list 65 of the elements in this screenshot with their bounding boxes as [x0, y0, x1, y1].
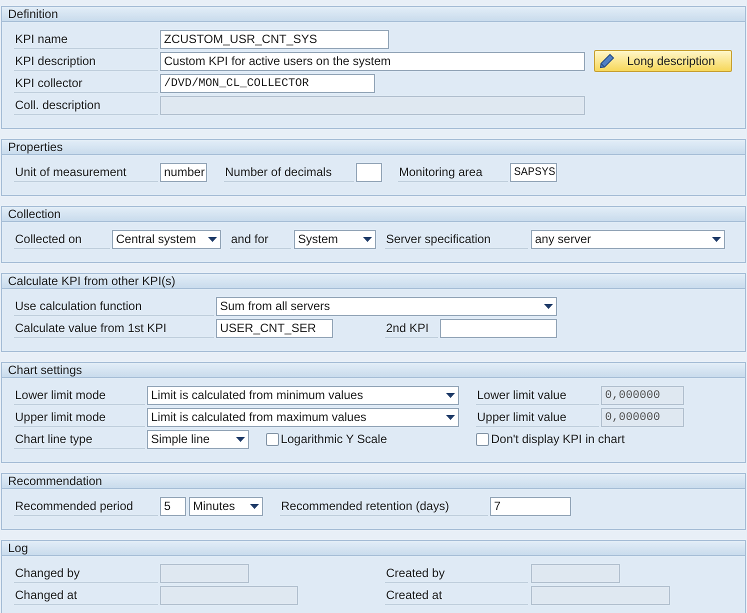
field-label: Changed at [14, 586, 158, 604]
field-label: and for [230, 230, 291, 248]
caret-icon [363, 236, 372, 242]
field-label: Upper limit mode [14, 408, 145, 426]
checkbox[interactable] [266, 432, 279, 446]
field-label: Lower limit value [476, 386, 599, 404]
input-field[interactable]: Custom KPI for active users on the system [160, 52, 585, 70]
checkbox[interactable] [476, 432, 489, 446]
field-label: KPI description [14, 52, 158, 70]
field-label: KPI name [14, 30, 158, 48]
field-label: Chart line type [14, 430, 145, 448]
field-label: Unit of measurement [14, 162, 158, 182]
dropdown[interactable]: Limit is calculated from maximum values [147, 408, 459, 426]
section-title: Chart settings [2, 363, 745, 378]
field-label: Created at [385, 586, 528, 604]
input-field[interactable]: 5 [160, 496, 186, 516]
field-label: Coll. description [14, 96, 158, 114]
dropdown[interactable]: Simple line [147, 430, 249, 448]
dropdown[interactable]: Minutes [189, 496, 263, 516]
input-field[interactable]: /DVD/MON_CL_COLLECTOR [160, 74, 375, 92]
section-title: Definition [2, 7, 745, 22]
caret-icon [236, 436, 245, 442]
input-field: 0,000000 [601, 408, 684, 426]
dropdown[interactable]: System [294, 230, 376, 248]
dropdown[interactable]: any server [531, 230, 725, 248]
section-title: Calculate KPI from other KPI(s) [2, 274, 745, 289]
field-label: Server specification [385, 230, 528, 248]
input-field[interactable]: number [160, 162, 207, 182]
section-title: Log [2, 541, 745, 556]
checkbox-label: Logarithmic Y Scale [280, 431, 387, 448]
input-field[interactable] [440, 318, 557, 338]
input-field[interactable] [356, 162, 382, 182]
checkbox-label: Don't display KPI in chart [491, 431, 625, 448]
field-label: Upper limit value [476, 408, 599, 426]
field-label: Use calculation function [14, 296, 214, 316]
field-label: Number of decimals [224, 162, 354, 182]
field-label: KPI collector [14, 74, 158, 92]
input-field: 0,000000 [601, 386, 684, 404]
section-title: Recommendation [2, 474, 745, 489]
caret-icon [544, 304, 553, 308]
field-label: Calculate value from 1st KPI [14, 318, 214, 338]
section-title: Collection [2, 207, 745, 222]
dropdown[interactable]: Limit is calculated from minimum values [147, 386, 459, 404]
dropdown[interactable]: Central system [112, 230, 221, 248]
caret-icon [250, 504, 259, 508]
input-field[interactable]: ZCUSTOM_USR_CNT_SYS [160, 30, 389, 48]
field-label: Created by [385, 564, 528, 582]
long-description-button[interactable]: Long description [594, 50, 732, 72]
field-label: Recommended period [14, 496, 158, 516]
section-title: Properties [2, 140, 745, 155]
field-label: 2nd KPI [385, 318, 438, 338]
field-label: Changed by [14, 564, 158, 582]
caret-icon [446, 392, 455, 398]
input-field[interactable]: SAPSYS [510, 162, 557, 182]
pencil-icon [599, 53, 615, 69]
field-label: Monitoring area [398, 162, 508, 182]
input-field[interactable]: USER_CNT_SER [216, 318, 333, 338]
field-label: Collected on [14, 230, 110, 248]
field-label: Recommended retention (days) [280, 496, 488, 516]
caret-icon [208, 236, 217, 242]
input-field[interactable]: 7 [490, 496, 571, 516]
dropdown[interactable]: Sum from all servers [216, 296, 557, 316]
caret-icon [446, 414, 455, 420]
caret-icon [712, 236, 721, 242]
field-label: Lower limit mode [14, 386, 145, 404]
